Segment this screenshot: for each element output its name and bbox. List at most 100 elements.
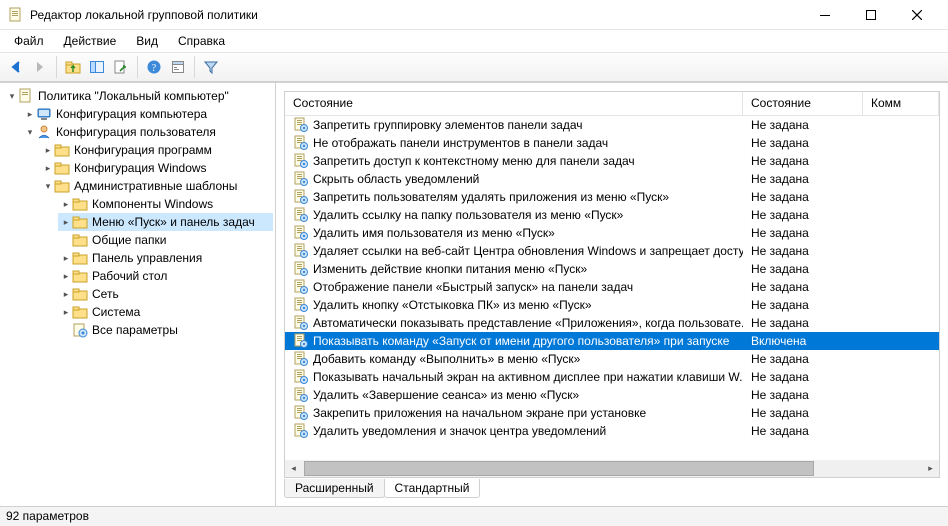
twisty-icon[interactable]: ▸ (60, 199, 72, 210)
setting-name: Изменить действие кнопки питания меню «П… (313, 262, 587, 276)
setting-icon (293, 387, 309, 403)
tree-computer-config[interactable]: ▸ Конфигурация компьютера (22, 105, 273, 123)
setting-name: Закрепить приложения на начальном экране… (313, 406, 646, 420)
tree-label: Компоненты Windows (92, 197, 213, 211)
folder-icon (54, 142, 70, 158)
setting-row[interactable]: Удалить имя пользователя из меню «Пуск»Н… (285, 224, 939, 242)
setting-icon (293, 243, 309, 259)
setting-state: Не задана (743, 406, 863, 420)
policy-icon (18, 88, 34, 104)
twisty-icon[interactable]: ▸ (60, 217, 72, 228)
setting-row[interactable]: Отображение панели «Быстрый запуск» на п… (285, 278, 939, 296)
export-button[interactable] (109, 55, 133, 79)
properties-button[interactable] (166, 55, 190, 79)
user-icon (36, 124, 52, 140)
twisty-icon[interactable]: ▾ (6, 91, 18, 102)
tree-pane[interactable]: ▾ Политика "Локальный компьютер" ▸ Кон (0, 83, 276, 506)
tree-control-panel[interactable]: ▸ Панель управления (58, 249, 273, 267)
tree-software-settings[interactable]: ▸ Конфигурация программ (40, 141, 273, 159)
horizontal-scrollbar[interactable]: ◂ ▸ (285, 460, 939, 477)
scroll-left-arrow[interactable]: ◂ (285, 460, 302, 477)
setting-icon (293, 261, 309, 277)
setting-state: Не задана (743, 154, 863, 168)
twisty-icon[interactable]: ▾ (42, 181, 54, 192)
tree-desktop[interactable]: ▸ Рабочий стол (58, 267, 273, 285)
setting-row[interactable]: Удаляет ссылки на веб-сайт Центра обновл… (285, 242, 939, 260)
setting-row[interactable]: Удалить «Завершение сеанса» из меню «Пус… (285, 386, 939, 404)
scroll-thumb[interactable] (304, 461, 814, 476)
tab-standard[interactable]: Стандартный (384, 479, 481, 498)
help-button[interactable]: ? (142, 55, 166, 79)
setting-row[interactable]: Автоматически показывать представление «… (285, 314, 939, 332)
tree-system[interactable]: ▸ Система (58, 303, 273, 321)
main-area: ▾ Политика "Локальный компьютер" ▸ Кон (0, 82, 948, 506)
tree-windows-components[interactable]: ▸ Компоненты Windows (58, 195, 273, 213)
setting-state: Включена (743, 334, 863, 348)
minimize-button[interactable] (802, 0, 848, 30)
tree-network[interactable]: ▸ Сеть (58, 285, 273, 303)
filter-button[interactable] (199, 55, 223, 79)
setting-row[interactable]: Запретить доступ к контекстному меню для… (285, 152, 939, 170)
tree-shared-folders[interactable]: ▸ Общие папки (58, 231, 273, 249)
tab-extended[interactable]: Расширенный (284, 479, 385, 498)
setting-icon (293, 279, 309, 295)
column-header-state[interactable]: Состояние (743, 92, 863, 115)
setting-row[interactable]: Скрыть область уведомленийНе задана (285, 170, 939, 188)
twisty-icon[interactable]: ▸ (60, 289, 72, 300)
twisty-icon[interactable]: ▸ (60, 271, 72, 282)
tree-user-config[interactable]: ▾ Конфигурация пользователя (22, 123, 273, 141)
list-header: Состояние Состояние Комм (285, 92, 939, 116)
twisty-icon[interactable]: ▸ (24, 109, 36, 120)
tree-all-settings[interactable]: ▸ Все параметры (58, 321, 273, 339)
toolbar-separator (194, 56, 195, 78)
setting-row[interactable]: Удалить ссылку на папку пользователя из … (285, 206, 939, 224)
menu-file[interactable]: Файл (6, 32, 52, 50)
setting-row[interactable]: Изменить действие кнопки питания меню «П… (285, 260, 939, 278)
setting-row[interactable]: Удалить уведомления и значок центра увед… (285, 422, 939, 440)
setting-row[interactable]: Удалить кнопку «Отстыковка ПК» из меню «… (285, 296, 939, 314)
list-body[interactable]: Запретить группировку элементов панели з… (285, 116, 939, 460)
back-button[interactable] (4, 55, 28, 79)
setting-name: Удалить «Завершение сеанса» из меню «Пус… (313, 388, 579, 402)
column-header-name[interactable]: Состояние (285, 92, 743, 115)
twisty-icon[interactable]: ▾ (24, 127, 36, 138)
setting-row[interactable]: Добавить команду «Выполнить» в меню «Пус… (285, 350, 939, 368)
setting-row[interactable]: Показывать команду «Запуск от имени друг… (285, 332, 939, 350)
setting-row[interactable]: Закрепить приложения на начальном экране… (285, 404, 939, 422)
tree-admin-templates[interactable]: ▾ Административные шаблоны (40, 177, 273, 195)
menu-action[interactable]: Действие (56, 32, 125, 50)
twisty-icon[interactable]: ▸ (60, 253, 72, 264)
toolbar: ? (0, 52, 948, 82)
twisty-icon[interactable]: ▸ (42, 163, 54, 174)
menu-view[interactable]: Вид (128, 32, 166, 50)
tree-windows-settings[interactable]: ▸ Конфигурация Windows (40, 159, 273, 177)
close-button[interactable] (894, 0, 940, 30)
folder-icon (72, 250, 88, 266)
forward-button[interactable] (28, 55, 52, 79)
twisty-icon[interactable]: ▸ (42, 145, 54, 156)
tree-label: Конфигурация пользователя (56, 125, 216, 139)
twisty-icon[interactable]: ▸ (60, 307, 72, 318)
statusbar: 92 параметров (0, 506, 948, 526)
setting-row[interactable]: Запретить группировку элементов панели з… (285, 116, 939, 134)
menu-help[interactable]: Справка (170, 32, 233, 50)
folder-icon (72, 268, 88, 284)
setting-name: Автоматически показывать представление «… (313, 316, 743, 330)
setting-state: Не задана (743, 280, 863, 294)
setting-state: Не задана (743, 226, 863, 240)
setting-icon (293, 117, 309, 133)
scroll-right-arrow[interactable]: ▸ (922, 460, 939, 477)
column-header-comment[interactable]: Комм (863, 92, 939, 115)
folder-icon (72, 214, 88, 230)
setting-state: Не задана (743, 244, 863, 258)
setting-row[interactable]: Запретить пользователям удалять приложен… (285, 188, 939, 206)
maximize-button[interactable] (848, 0, 894, 30)
tree-start-taskbar[interactable]: ▸ Меню «Пуск» и панель задач (58, 213, 273, 231)
folder-icon (54, 160, 70, 176)
up-button[interactable] (61, 55, 85, 79)
tree-root[interactable]: ▾ Политика "Локальный компьютер" (4, 87, 273, 105)
list-container: Состояние Состояние Комм Запретить групп… (284, 91, 940, 478)
setting-row[interactable]: Не отображать панели инструментов в пане… (285, 134, 939, 152)
setting-row[interactable]: Показывать начальный экран на активном д… (285, 368, 939, 386)
show-hide-tree-button[interactable] (85, 55, 109, 79)
